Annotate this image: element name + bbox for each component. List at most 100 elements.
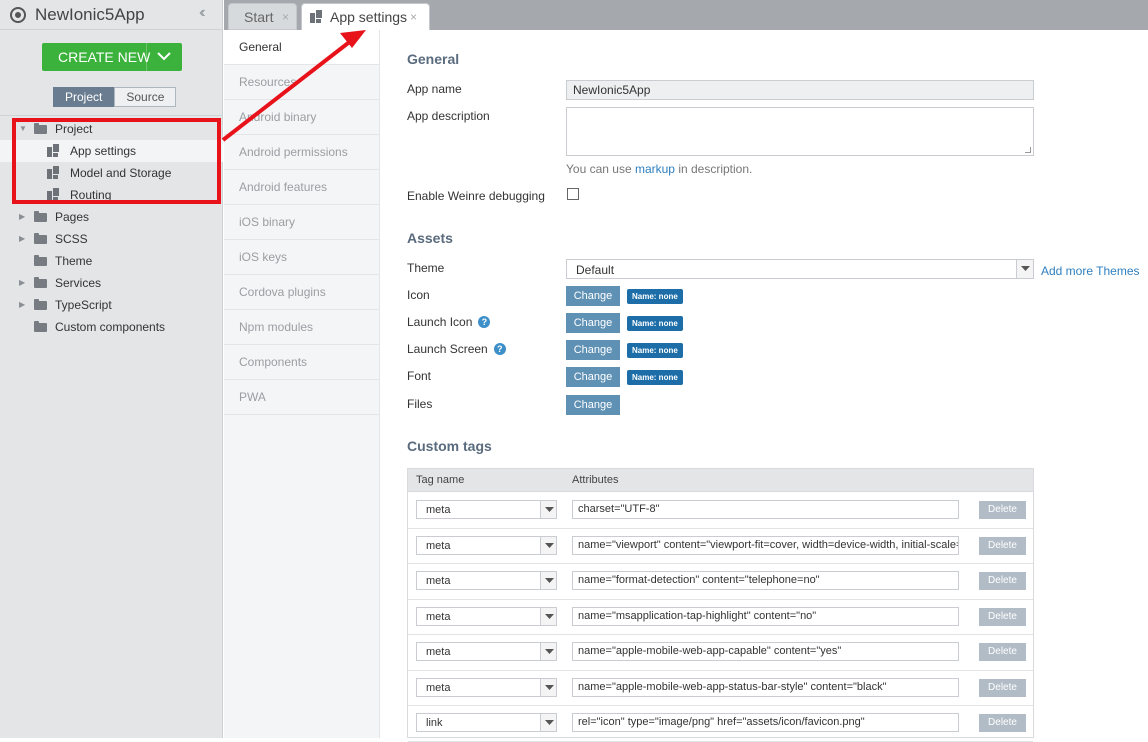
page-icon: [47, 188, 59, 201]
settings-nav-ios-binary[interactable]: iOS binary: [224, 205, 379, 240]
project-tree: ▼ Project App settings Model and Storage Rou…: [0, 118, 223, 338]
tag-name-value: meta: [426, 539, 451, 552]
tree-item-theme[interactable]: Theme: [0, 250, 223, 272]
tree-item-label: Routing: [70, 188, 112, 202]
tree-item-model-and-storage[interactable]: Model and Storage: [0, 162, 223, 184]
tree-item-label: Project: [55, 122, 93, 136]
add-more-themes-link[interactable]: Add more Themes: [1041, 264, 1140, 278]
caret-down-icon[interactable]: ▼: [19, 118, 27, 140]
create-new-dropdown[interactable]: [146, 43, 182, 71]
tag-name-select[interactable]: meta: [416, 606, 557, 626]
caret-right-icon[interactable]: ▶: [19, 206, 25, 228]
settings-nav-android-permissions[interactable]: Android permissions: [224, 135, 379, 170]
markup-link[interactable]: markup: [635, 162, 675, 176]
tree-item-services[interactable]: ▶ Services: [0, 272, 223, 294]
caret-right-icon[interactable]: ▶: [19, 294, 25, 316]
tree-item-label: Model and Storage: [70, 166, 172, 180]
theme-select[interactable]: Default: [566, 259, 1034, 279]
tree-item-routing[interactable]: Routing: [0, 184, 223, 206]
table-row: meta name="apple-mobile-web-app-status-ba…: [408, 671, 1033, 706]
app-description-field[interactable]: [566, 107, 1034, 156]
settings-nav-resources[interactable]: Resources: [224, 65, 379, 100]
description-hint: You can use markup in description.: [566, 162, 752, 176]
table-row: meta name="format-detection" content="tel…: [408, 564, 1033, 600]
delete-button[interactable]: Delete: [979, 536, 1026, 555]
change-icon-button[interactable]: Change: [566, 286, 620, 306]
resize-grip-icon[interactable]: [1025, 147, 1031, 153]
weinre-checkbox[interactable]: [567, 188, 579, 200]
attributes-field[interactable]: rel="icon" type="image/png" href="assets…: [572, 713, 959, 732]
asset-font-label: Font: [407, 369, 431, 383]
tree-item-project[interactable]: ▼ Project: [0, 118, 223, 140]
folder-icon: [34, 123, 47, 134]
settings-nav-android-binary[interactable]: Android binary: [224, 100, 379, 135]
change-files-button[interactable]: Change: [566, 395, 620, 415]
settings-nav-npm-modules[interactable]: Npm modules: [224, 310, 379, 345]
sidebar-divider: [0, 115, 223, 116]
custom-tags-section-title: Custom tags: [407, 438, 492, 454]
create-new-button[interactable]: CREATE NEW: [42, 43, 182, 71]
tag-name-select[interactable]: meta: [416, 642, 557, 661]
delete-button[interactable]: Delete: [979, 678, 1026, 697]
attributes-field[interactable]: name="apple-mobile-web-app-status-bar-st…: [572, 677, 959, 697]
attributes-field[interactable]: name="msapplication-tap-highlight" conte…: [572, 606, 959, 626]
attributes-field[interactable]: charset="UTF-8": [572, 500, 959, 519]
change-launch-icon-button[interactable]: Change: [566, 313, 620, 333]
settings-nav-ios-keys[interactable]: iOS keys: [224, 240, 379, 275]
settings-nav-android-features[interactable]: Android features: [224, 170, 379, 205]
project-source-toggle: Project Source: [53, 87, 177, 107]
tree-item-pages[interactable]: ▶ Pages: [0, 206, 223, 228]
settings-nav-pwa[interactable]: PWA: [224, 380, 379, 415]
table-row: meta charset="UTF-8" Delete: [408, 493, 1033, 529]
settings-nav-general[interactable]: General: [224, 30, 379, 65]
source-toggle-button[interactable]: Source: [114, 87, 177, 107]
tab-app-settings[interactable]: App settings ×: [301, 3, 430, 30]
tab-label: Start: [244, 9, 274, 25]
dropdown-arrow: [540, 536, 556, 554]
tree-item-typescript[interactable]: ▶ TypeScript: [0, 294, 223, 316]
delete-button[interactable]: Delete: [979, 714, 1026, 732]
tree-item-scss[interactable]: ▶ SCSS: [0, 228, 223, 250]
settings-nav-cordova-plugins[interactable]: Cordova plugins: [224, 275, 379, 310]
caret-right-icon[interactable]: ▶: [19, 228, 25, 250]
tree-item-label: App settings: [70, 144, 137, 158]
app-name-field[interactable]: [566, 80, 1034, 100]
tag-name-value: meta: [426, 504, 451, 516]
tree-item-app-settings[interactable]: App settings: [0, 140, 223, 162]
delete-button[interactable]: Delete: [979, 643, 1026, 661]
change-font-button[interactable]: Change: [566, 367, 620, 387]
tag-name-select[interactable]: meta: [416, 571, 557, 590]
delete-button[interactable]: Delete: [979, 572, 1026, 590]
close-icon[interactable]: ×: [410, 4, 417, 30]
close-icon[interactable]: ×: [282, 4, 289, 30]
project-toggle-button[interactable]: Project: [53, 87, 115, 107]
app-name-label: App name: [407, 82, 462, 96]
project-sidebar: NewIonic5App ‹‹ CREATE NEW Project Sourc…: [0, 0, 223, 738]
attributes-column-header: Attributes: [572, 474, 619, 486]
change-launch-screen-button[interactable]: Change: [566, 340, 620, 360]
tree-item-custom-components[interactable]: Custom components: [0, 316, 223, 338]
app-description-label: App description: [407, 109, 490, 123]
tag-name-value: link: [426, 717, 443, 729]
attributes-field[interactable]: name="apple-mobile-web-app-capable" cont…: [572, 642, 959, 661]
tag-name-select[interactable]: meta: [416, 677, 557, 697]
dropdown-arrow: [540, 643, 556, 660]
attributes-field[interactable]: name="format-detection" content="telepho…: [572, 571, 959, 590]
tag-name-select[interactable]: meta: [416, 535, 557, 555]
question-circle-icon[interactable]: ?: [493, 343, 506, 355]
caret-right-icon[interactable]: ▶: [19, 272, 25, 294]
question-circle-icon[interactable]: ?: [478, 316, 491, 328]
chevron-down-icon: [545, 542, 554, 548]
tag-name-select[interactable]: link: [416, 713, 557, 732]
tag-name-select[interactable]: meta: [416, 500, 557, 519]
asset-label-text: Icon: [407, 288, 430, 302]
delete-button[interactable]: Delete: [979, 607, 1026, 626]
tab-start[interactable]: Start ×: [228, 3, 297, 30]
attributes-field[interactable]: name="viewport" content="viewport-fit=co…: [572, 535, 959, 555]
delete-button[interactable]: Delete: [979, 501, 1026, 519]
settings-nav-components[interactable]: Components: [224, 345, 379, 380]
collapse-sidebar-icon[interactable]: ‹‹: [199, 4, 205, 22]
tab-label: App settings: [330, 9, 408, 25]
chevron-down-icon: [545, 507, 554, 512]
chevron-down-icon: [545, 720, 554, 725]
